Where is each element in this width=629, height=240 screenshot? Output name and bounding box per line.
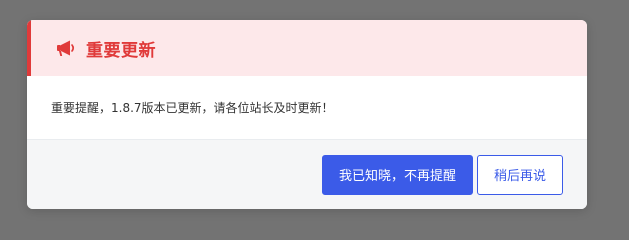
update-modal: 重要更新 重要提醒，1.8.7版本已更新，请各位站长及时更新！ 我已知晓，不再提… [27, 20, 587, 209]
megaphone-icon [55, 37, 77, 59]
remind-later-button[interactable]: 稍后再说 [477, 154, 563, 195]
modal-header: 重要更新 [27, 20, 587, 76]
modal-body: 重要提醒，1.8.7版本已更新，请各位站长及时更新！ [27, 76, 587, 140]
modal-message: 重要提醒，1.8.7版本已更新，请各位站长及时更新！ [51, 101, 334, 115]
acknowledge-button[interactable]: 我已知晓，不再提醒 [322, 154, 473, 195]
modal-footer: 我已知晓，不再提醒 稍后再说 [27, 140, 587, 209]
modal-title: 重要更新 [86, 40, 156, 61]
